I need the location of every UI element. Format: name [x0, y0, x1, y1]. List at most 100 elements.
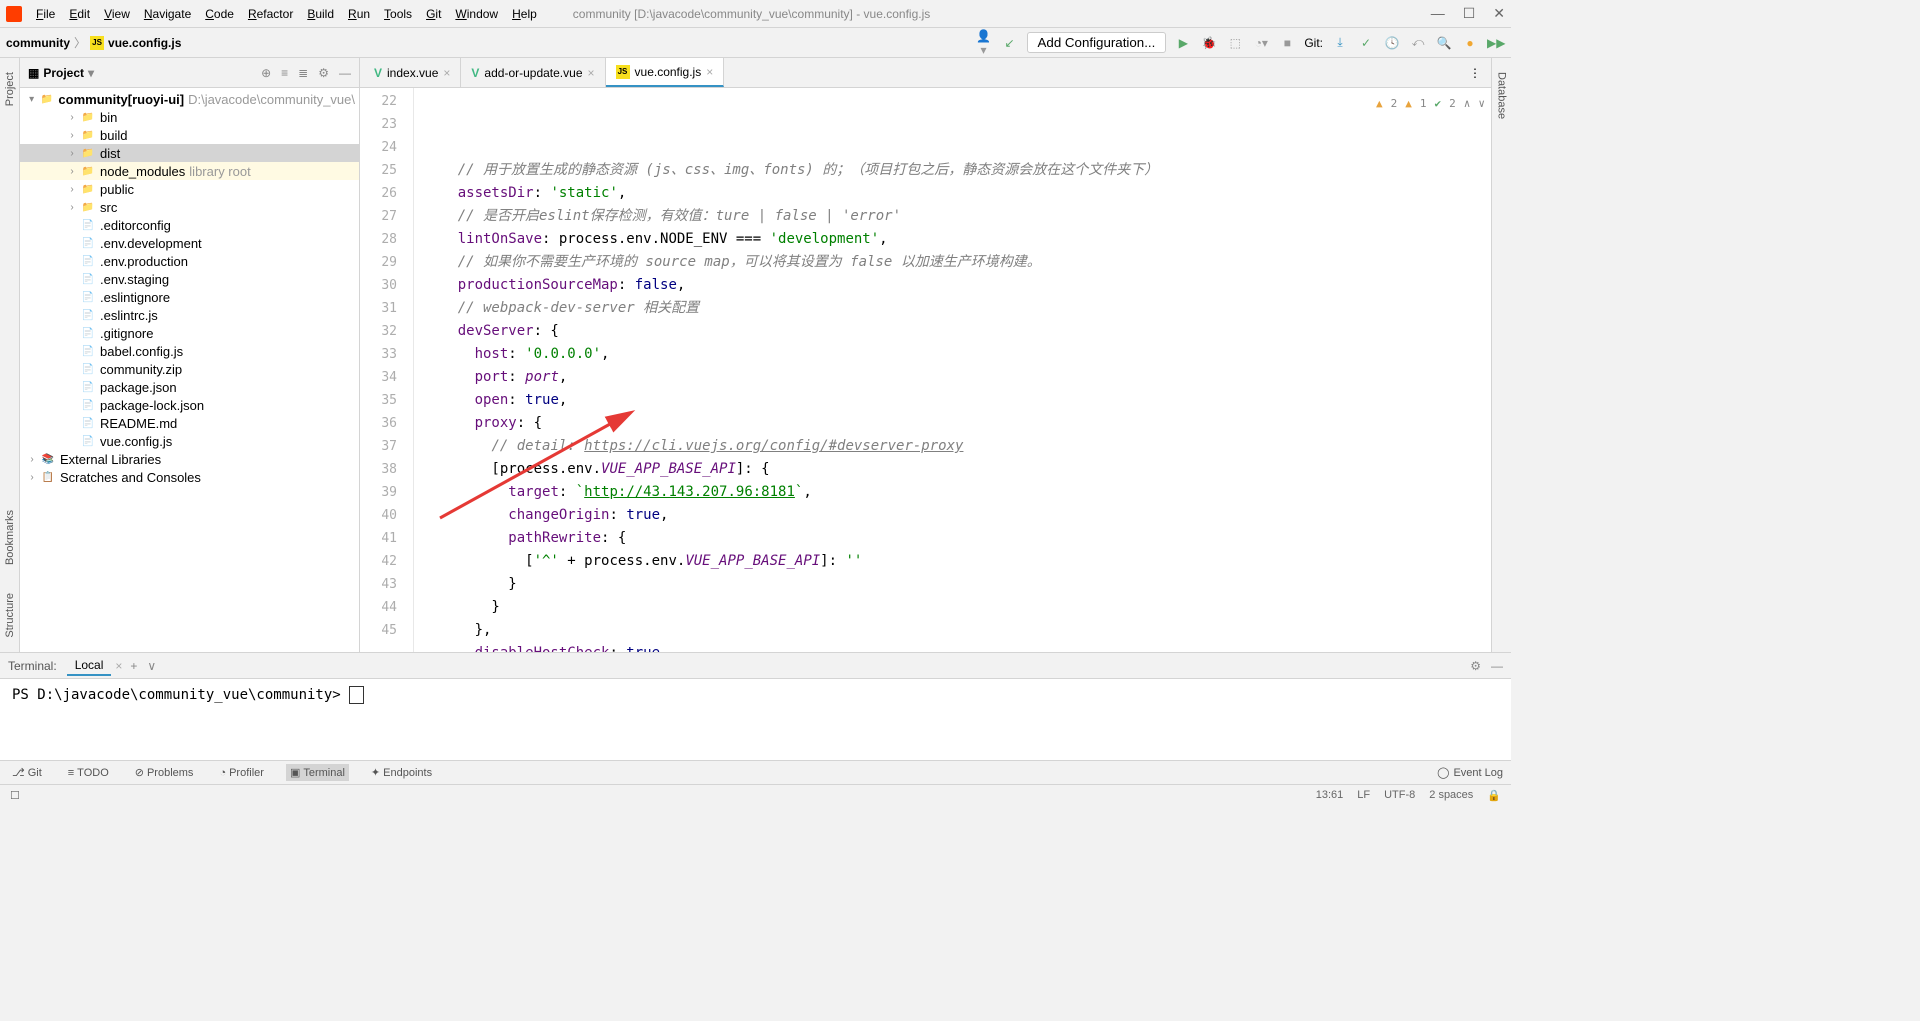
problems-tool-tab[interactable]: ⊘ Problems	[131, 764, 198, 781]
editor-tab-add-or-update-vue[interactable]: Vadd-or-update.vue×	[461, 58, 605, 87]
close-tab-icon[interactable]: ×	[706, 65, 713, 79]
expand-all-icon[interactable]: ≡	[281, 66, 288, 80]
breadcrumb-project[interactable]: community	[6, 36, 70, 50]
tree-item-babel-config-js[interactable]: 📄babel.config.js	[20, 342, 359, 360]
search-icon[interactable]: 🔍	[1435, 36, 1453, 50]
project-tool-tab[interactable]: Project	[2, 68, 18, 110]
menu-git[interactable]: Git	[420, 5, 447, 23]
tree-item--env-production[interactable]: 📄.env.production	[20, 252, 359, 270]
git-update-icon[interactable]: ⤓	[1331, 35, 1349, 50]
tree-item--gitignore[interactable]: 📄.gitignore	[20, 324, 359, 342]
lock-icon[interactable]: 🔒	[1487, 789, 1501, 802]
bookmarks-tool-tab[interactable]: Bookmarks	[2, 506, 18, 569]
hide-icon[interactable]: —	[339, 66, 351, 80]
tree-external[interactable]: ›📚External Libraries	[20, 450, 359, 468]
caret-position[interactable]: 13:61	[1316, 789, 1344, 802]
tree-item-package-json[interactable]: 📄package.json	[20, 378, 359, 396]
menu-edit[interactable]: Edit	[63, 5, 96, 23]
terminal-dropdown-icon[interactable]: ∨	[147, 659, 156, 673]
tree-item-package-lock-json[interactable]: 📄package-lock.json	[20, 396, 359, 414]
terminal-body[interactable]: PS D:\javacode\community_vue\community>	[0, 679, 1511, 760]
menu-build[interactable]: Build	[301, 5, 340, 23]
collapse-all-icon[interactable]: ≣	[298, 66, 308, 80]
run-icon[interactable]: ▶	[1174, 36, 1192, 50]
tree-item-README-md[interactable]: 📄README.md	[20, 414, 359, 432]
line-separator[interactable]: LF	[1357, 789, 1370, 802]
tree-item--editorconfig[interactable]: 📄.editorconfig	[20, 216, 359, 234]
tree-item-public[interactable]: ›📁public	[20, 180, 359, 198]
menu-view[interactable]: View	[98, 5, 136, 23]
tree-item-dist[interactable]: ›📁dist	[20, 144, 359, 162]
indent-status[interactable]: 2 spaces	[1429, 789, 1473, 802]
menu-tools[interactable]: Tools	[378, 5, 418, 23]
app-icon	[6, 6, 22, 22]
minimize-icon[interactable]: —	[1431, 5, 1445, 22]
coverage-icon[interactable]: ⬚	[1226, 36, 1244, 50]
todo-tool-tab[interactable]: ≡ TODO	[64, 765, 113, 781]
hammer-icon[interactable]: ↙	[1001, 36, 1019, 50]
menu-code[interactable]: Code	[199, 5, 240, 23]
project-tree[interactable]: ▾📁community [ruoyi-ui]D:\javacode\commun…	[20, 88, 359, 652]
tree-item--env-development[interactable]: 📄.env.development	[20, 234, 359, 252]
close-tab-icon[interactable]: ×	[588, 66, 595, 80]
menu-refactor[interactable]: Refactor	[242, 5, 299, 23]
structure-tool-tab[interactable]: Structure	[2, 589, 18, 642]
tree-item--eslintrc-js[interactable]: 📄.eslintrc.js	[20, 306, 359, 324]
tree-item-src[interactable]: ›📁src	[20, 198, 359, 216]
run-anything-icon[interactable]: ▶▶	[1487, 36, 1505, 50]
file-encoding[interactable]: UTF-8	[1384, 789, 1415, 802]
project-header-title[interactable]: ▦Project▾	[28, 66, 94, 80]
locate-icon[interactable]: ⊕	[261, 66, 271, 80]
git-history-icon[interactable]: 🕓	[1383, 36, 1401, 50]
tree-item--env-staging[interactable]: 📄.env.staging	[20, 270, 359, 288]
tree-item--eslintignore[interactable]: 📄.eslintignore	[20, 288, 359, 306]
terminal-hide-icon[interactable]: —	[1491, 659, 1503, 673]
git-tool-tab[interactable]: ⎇ Git	[8, 764, 46, 781]
tree-item-bin[interactable]: ›📁bin	[20, 108, 359, 126]
project-root[interactable]: ▾📁community [ruoyi-ui]D:\javacode\commun…	[20, 90, 359, 108]
close-icon[interactable]: ✕	[1493, 5, 1505, 22]
tree-item-node_modules[interactable]: ›📁node_modules library root	[20, 162, 359, 180]
gear-icon[interactable]: ⚙	[318, 66, 329, 80]
profile-icon[interactable]: ◔▾	[1252, 36, 1270, 50]
menu-help[interactable]: Help	[506, 5, 543, 23]
tree-item-community-zip[interactable]: 📄community.zip	[20, 360, 359, 378]
stop-icon[interactable]: ■	[1278, 36, 1296, 50]
up-icon[interactable]: ∧	[1464, 92, 1471, 115]
tree-scratches[interactable]: ›📋Scratches and Consoles	[20, 468, 359, 486]
ide-settings-icon[interactable]: ●	[1461, 36, 1479, 50]
menu-run[interactable]: Run	[342, 5, 376, 23]
editor-tab-vue-config-js[interactable]: JSvue.config.js×	[606, 58, 725, 87]
terminal-tab-local[interactable]: Local	[67, 656, 112, 676]
close-tab-icon[interactable]: ×	[115, 659, 122, 673]
editor-tabs-more-icon[interactable]: ⋮	[1459, 58, 1491, 87]
terminal-prompt: PS D:\javacode\community_vue\community>	[12, 687, 349, 703]
profiler-tool-tab[interactable]: ◔ Profiler	[215, 765, 268, 781]
add-terminal-icon[interactable]: +	[130, 659, 137, 673]
gutter[interactable]: 2223242526272829303132333435363738394041…	[360, 88, 414, 652]
git-commit-icon[interactable]: ✓	[1357, 36, 1375, 50]
debug-icon[interactable]: 🐞	[1200, 36, 1218, 50]
menu-navigate[interactable]: Navigate	[138, 5, 197, 23]
terminal-settings-icon[interactable]: ⚙	[1470, 659, 1481, 673]
terminal-tool-tab[interactable]: ▣ Terminal	[286, 764, 349, 781]
git-revert-icon[interactable]: ⤺	[1409, 35, 1427, 50]
endpoints-tool-tab[interactable]: ✦ Endpoints	[367, 764, 436, 781]
breadcrumb: community 〉 JS vue.config.js	[6, 34, 181, 51]
editor-tab-index-vue[interactable]: Vindex.vue×	[364, 58, 461, 87]
menu-file[interactable]: File	[30, 5, 61, 23]
maximize-icon[interactable]: ☐	[1463, 5, 1476, 22]
user-icon[interactable]: 👤▾	[975, 29, 993, 57]
close-tab-icon[interactable]: ×	[443, 66, 450, 80]
event-log-tab[interactable]: Event Log	[1453, 767, 1503, 779]
tree-item-vue-config-js[interactable]: 📄vue.config.js	[20, 432, 359, 450]
event-log-icon[interactable]: ◯	[1437, 766, 1449, 779]
down-icon[interactable]: ∨	[1478, 92, 1485, 115]
tree-item-build[interactable]: ›📁build	[20, 126, 359, 144]
warnings-strip[interactable]: ▲2 ▲1 ✔2 ∧ ∨	[1376, 92, 1485, 115]
breadcrumb-file[interactable]: vue.config.js	[108, 36, 181, 50]
add-configuration-button[interactable]: Add Configuration...	[1027, 32, 1167, 53]
code-content[interactable]: ▲2 ▲1 ✔2 ∧ ∨ // 用于放置生成的静态资源 (js、css、img、…	[414, 88, 1491, 652]
database-tool-tab[interactable]: Database	[1494, 68, 1510, 123]
menu-window[interactable]: Window	[449, 5, 504, 23]
